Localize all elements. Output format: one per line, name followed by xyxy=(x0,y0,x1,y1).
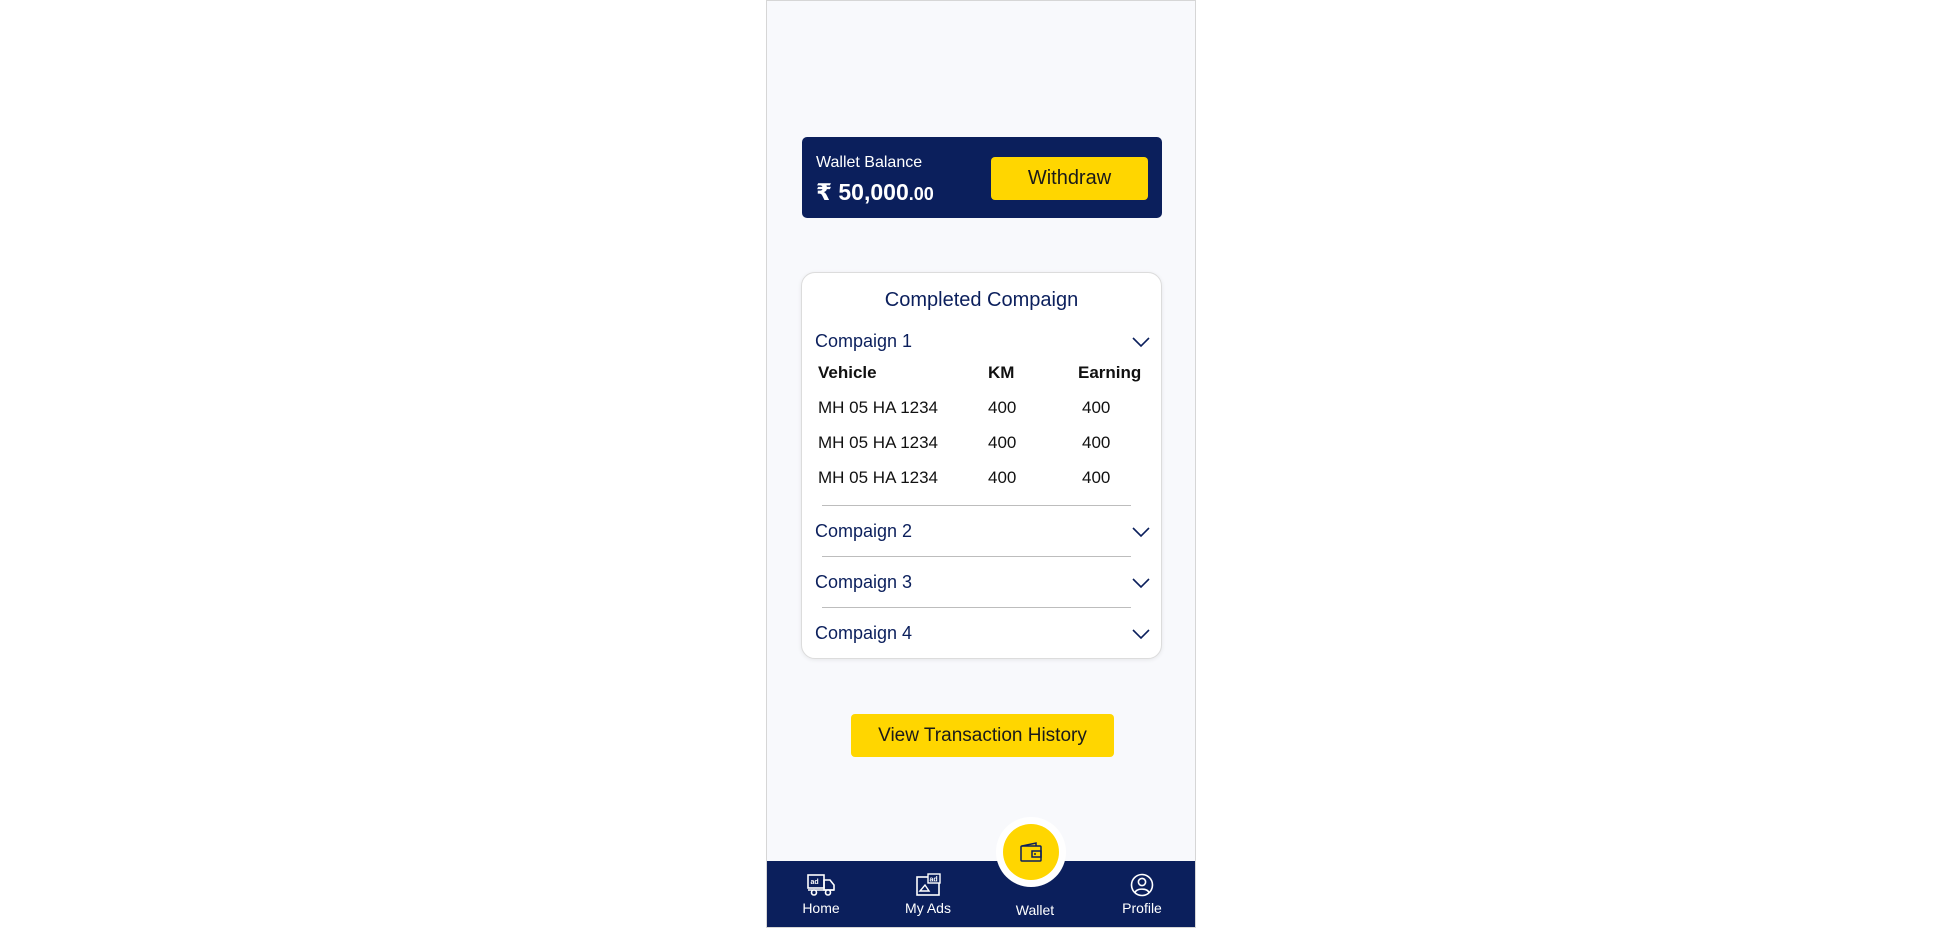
table-header-earning: Earning xyxy=(1078,363,1142,382)
wallet-amount-cents: .00 xyxy=(908,184,934,204)
wallet-amount-main: ₹ 50,000 xyxy=(816,179,909,205)
nav-label-wallet: Wallet xyxy=(1015,902,1055,918)
nav-item-home[interactable]: ad Home xyxy=(781,873,861,916)
completed-campaigns-title: Completed Compaign xyxy=(884,289,1079,311)
nav-label-my-ads: My Ads xyxy=(905,900,951,916)
vehicle-cell: MH 05 HA 1234 xyxy=(818,468,939,487)
chevron-down-icon xyxy=(1132,337,1150,348)
table-row: MH 05 HA 1234 400 400 xyxy=(818,468,1158,503)
svg-text:ad: ad xyxy=(930,877,938,884)
earning-cell: 400 xyxy=(1082,398,1111,417)
nav-label-home: Home xyxy=(802,900,840,916)
campaign-name: Compaign 2 xyxy=(815,521,913,541)
wallet-balance-label: Wallet Balance xyxy=(816,154,923,171)
vehicle-cell: MH 05 HA 1234 xyxy=(818,433,939,452)
nav-item-wallet[interactable]: Wallet xyxy=(995,899,1075,918)
campaign-name: Compaign 4 xyxy=(815,623,913,643)
campaign-4-header[interactable]: Compaign 4 xyxy=(815,621,1150,651)
divider xyxy=(822,505,1131,506)
table-row: MH 05 HA 1234 400 400 xyxy=(818,433,1158,468)
chevron-down-icon xyxy=(1132,527,1150,538)
km-cell: 400 xyxy=(988,468,1017,487)
wallet-icon xyxy=(1020,842,1042,862)
wallet-fab-button[interactable] xyxy=(1003,824,1059,880)
km-cell: 400 xyxy=(988,398,1017,417)
campaign-1-header[interactable]: Compaign 1 xyxy=(815,329,1150,359)
nav-label-profile: Profile xyxy=(1122,900,1162,916)
campaign-name: Compaign 3 xyxy=(815,572,913,592)
campaign-2-header[interactable]: Compaign 2 xyxy=(815,519,1150,549)
nav-item-profile[interactable]: Profile xyxy=(1102,873,1182,916)
bottom-nav: ad Home ad My Ads Wallet Profile xyxy=(767,861,1195,927)
phone-screen: Wallet Balance ₹ 50,000.00 Withdraw Comp… xyxy=(766,0,1196,928)
vehicle-cell: MH 05 HA 1234 xyxy=(818,398,939,417)
table-row: MH 05 HA 1234 400 400 xyxy=(818,398,1158,433)
view-transaction-history-button[interactable]: View Transaction History xyxy=(851,714,1114,757)
wallet-fab-ring xyxy=(996,817,1066,887)
wallet-balance-amount: ₹ 50,000.00 xyxy=(816,179,934,206)
table-header-km: KM xyxy=(988,363,1015,382)
campaign-1-table: Vehicle KM Earning MH 05 HA 1234 400 400… xyxy=(818,363,1158,503)
earning-cell: 400 xyxy=(1082,468,1111,487)
completed-campaigns-card: Completed Compaign Compaign 1 Vehicle KM… xyxy=(801,272,1162,659)
divider xyxy=(822,607,1131,608)
ad-image-icon: ad xyxy=(916,873,941,896)
table-header-vehicle: Vehicle xyxy=(818,363,877,382)
withdraw-button[interactable]: Withdraw xyxy=(991,157,1148,200)
nav-item-my-ads[interactable]: ad My Ads xyxy=(888,873,968,916)
chevron-down-icon xyxy=(1132,578,1150,589)
divider xyxy=(822,556,1131,557)
svg-text:ad: ad xyxy=(811,879,819,886)
ad-truck-icon: ad xyxy=(807,874,835,896)
campaign-3-header[interactable]: Compaign 3 xyxy=(815,570,1150,600)
wallet-balance-card: Wallet Balance ₹ 50,000.00 Withdraw xyxy=(802,137,1162,218)
profile-icon xyxy=(1130,873,1154,897)
chevron-down-icon xyxy=(1132,629,1150,640)
table-header-row: Vehicle KM Earning xyxy=(818,363,1158,398)
km-cell: 400 xyxy=(988,433,1017,452)
earning-cell: 400 xyxy=(1082,433,1111,452)
campaign-name: Compaign 1 xyxy=(815,331,913,351)
